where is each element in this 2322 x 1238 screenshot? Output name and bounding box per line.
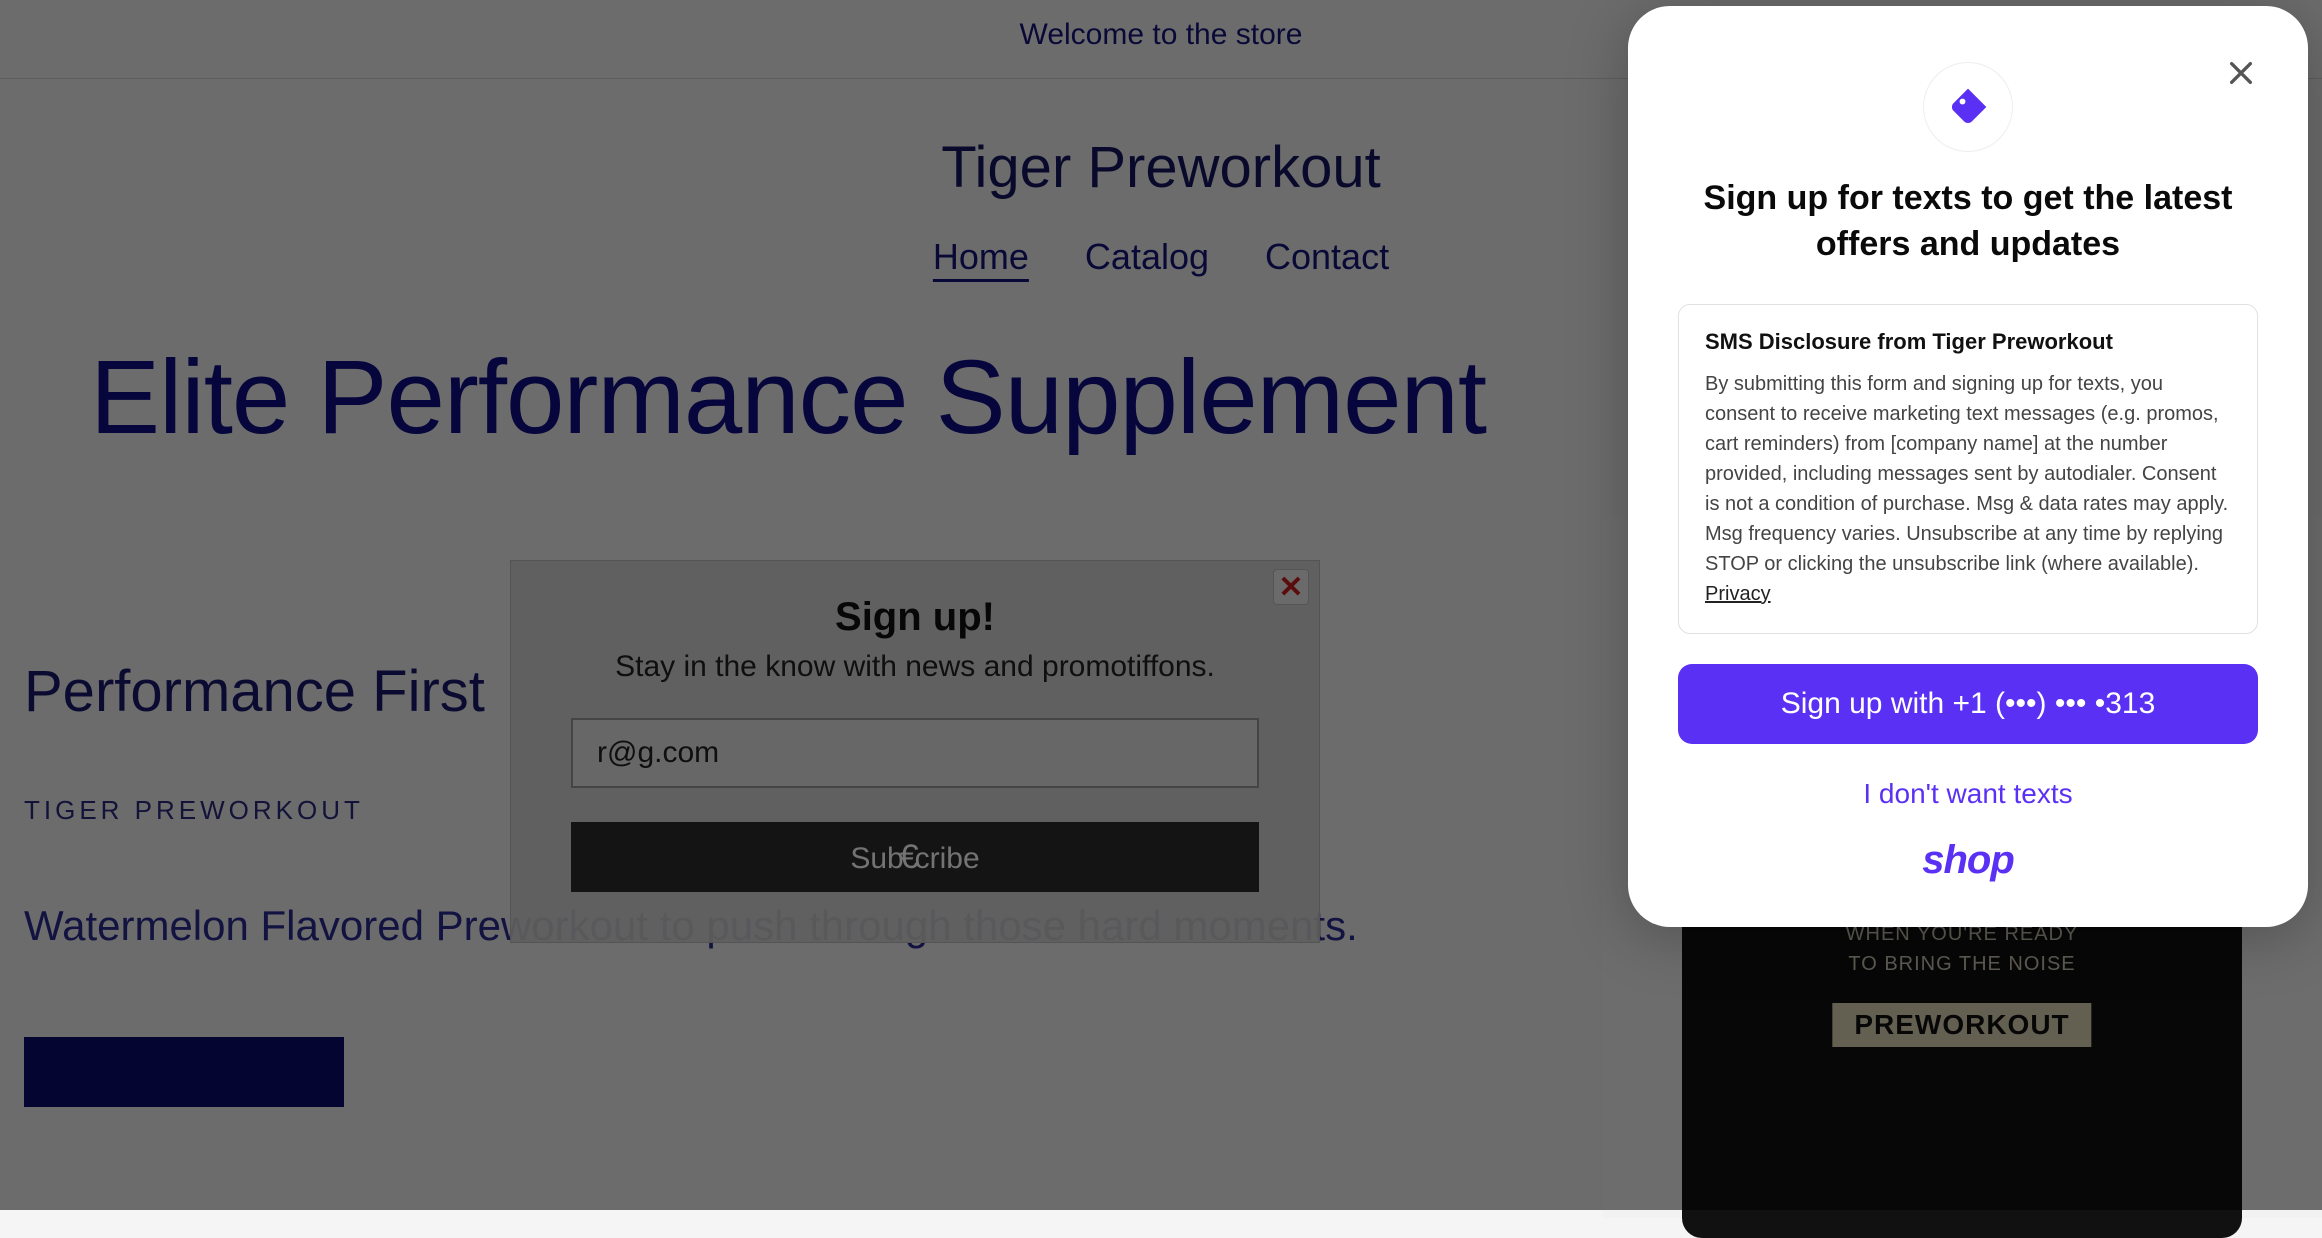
close-icon: ✕ [1278, 570, 1303, 605]
sms-signup-button[interactable]: Sign up with +1 (•••) ••• •313 [1678, 664, 2258, 744]
signup-email-input[interactable] [571, 718, 1259, 788]
privacy-link[interactable]: Privacy [1705, 583, 1771, 605]
sms-disclosure-body: By submitting this form and signing up f… [1705, 369, 2231, 609]
tag-icon [1946, 85, 1990, 129]
sms-tag-icon-wrap [1923, 62, 2013, 152]
subscribe-button-label: Sub€cribe [850, 838, 979, 877]
sms-disclosure-title: SMS Disclosure from Tiger Preworkout [1705, 329, 2231, 369]
sms-decline-link[interactable]: I don't want texts [1678, 744, 2258, 838]
signup-modal: ✕ Sign up! Stay in the know with news an… [510, 560, 1320, 943]
sms-signup-panel: Sign up for texts to get the latest offe… [1628, 6, 2308, 927]
sms-disclosure-box: SMS Disclosure from Tiger Preworkout By … [1678, 304, 2258, 634]
product-tagline-2: TO BRING THE NOISE [1682, 953, 2242, 976]
close-icon [2225, 57, 2257, 89]
signup-subtitle: Stay in the know with news and promotiff… [571, 650, 1259, 718]
product-type-badge: PREWORKOUT [1832, 1003, 2091, 1047]
nav-contact[interactable]: Contact [1265, 236, 1389, 278]
signup-close-button[interactable]: ✕ [1273, 569, 1309, 605]
signup-title: Sign up! [571, 579, 1259, 650]
nav-home[interactable]: Home [933, 236, 1029, 278]
sms-title: Sign up for texts to get the latest offe… [1678, 176, 2258, 304]
nav-catalog[interactable]: Catalog [1085, 236, 1209, 278]
subscribe-button[interactable]: Sub€cribe [571, 822, 1259, 892]
sms-close-button[interactable] [2218, 50, 2264, 96]
shop-logo: shop [1678, 838, 2258, 883]
feature-cta-button[interactable] [24, 1037, 344, 1107]
